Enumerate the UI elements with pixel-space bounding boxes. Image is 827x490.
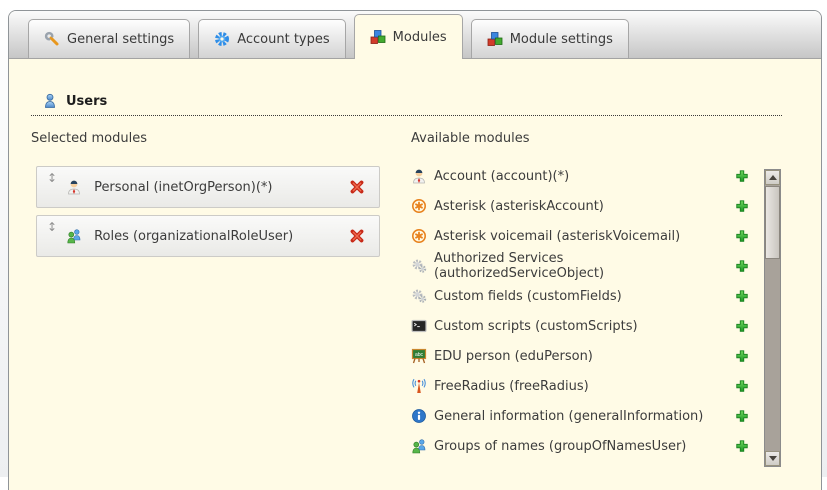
selected-module-row: ↕ Roles (organizationalRoleUser) <box>36 215 380 257</box>
tab-general-settings[interactable]: General settings <box>28 19 190 58</box>
triangle-up-icon <box>769 175 777 180</box>
scrollbar[interactable] <box>764 169 781 467</box>
person-icon <box>66 179 82 195</box>
add-module-button[interactable] <box>735 259 749 273</box>
available-module-row: Custom fields (customFields) <box>411 281 749 311</box>
available-module-row: General information (generalInformation) <box>411 401 749 431</box>
settings-panel: General settings Account types Modules M… <box>8 10 822 490</box>
remove-module-button[interactable] <box>349 179 365 195</box>
selected-modules-label: Selected modules <box>31 131 147 146</box>
available-module-row: Asterisk voicemail (asteriskVoicemail) <box>411 221 749 251</box>
available-module-row: abc EDU person (eduPerson) <box>411 341 749 371</box>
add-module-button[interactable] <box>735 319 749 333</box>
tab-modules[interactable]: Modules <box>354 14 463 59</box>
tab-account-types[interactable]: Account types <box>198 19 345 58</box>
available-module-label: EDU person (eduPerson) <box>434 349 593 364</box>
triangle-down-icon <box>769 456 777 461</box>
user-icon <box>42 93 58 109</box>
available-modules-label: Available modules <box>411 131 529 146</box>
gears-icon <box>411 258 427 274</box>
available-module-row: Authorized Services (authorizedServiceOb… <box>411 251 749 281</box>
available-module-row: Groups of names (groupOfNamesUser) <box>411 431 749 461</box>
available-module-row: Account (account)(*) <box>411 161 749 191</box>
add-module-button[interactable] <box>735 379 749 393</box>
selected-module-label: Roles (organizationalRoleUser) <box>94 229 293 244</box>
gears-icon <box>411 288 427 304</box>
add-module-button[interactable] <box>735 169 749 183</box>
add-module-button[interactable] <box>735 229 749 243</box>
info-icon <box>411 408 427 424</box>
available-module-label: Asterisk (asteriskAccount) <box>434 199 604 214</box>
scroll-up-button[interactable] <box>765 170 780 185</box>
available-module-label: General information (generalInformation) <box>434 409 703 424</box>
remove-module-button[interactable] <box>349 228 365 244</box>
available-module-row: FreeRadius (freeRadius) <box>411 371 749 401</box>
add-module-button[interactable] <box>735 349 749 363</box>
svg-text:abc: abc <box>415 352 424 358</box>
available-module-label: Account (account)(*) <box>434 169 569 184</box>
antenna-icon <box>411 378 427 394</box>
group-icon <box>66 228 82 244</box>
available-module-row: Asterisk (asteriskAccount) <box>411 191 749 221</box>
section-title: Users <box>66 94 107 109</box>
scroll-down-button[interactable] <box>765 451 780 466</box>
available-module-row: Custom scripts (customScripts) <box>411 311 749 341</box>
tab-label: Modules <box>393 30 447 45</box>
drag-handle-icon[interactable]: ↕ <box>47 167 57 184</box>
selected-modules-list: ↕ Personal (inetOrgPerson)(*) ↕ Roles (orga… <box>36 166 380 264</box>
cubes-icon <box>487 31 503 47</box>
available-module-label: FreeRadius (freeRadius) <box>434 379 589 394</box>
add-module-button[interactable] <box>735 409 749 423</box>
gear-badge-icon <box>214 31 230 47</box>
tab-label: Module settings <box>510 32 613 47</box>
users-section-header: Users <box>31 93 782 116</box>
drag-handle-icon[interactable]: ↕ <box>47 216 57 233</box>
available-module-label: Authorized Services (authorizedServiceOb… <box>434 251 728 281</box>
available-modules-list: Account (account)(*) Asterisk (asteriskAc… <box>411 161 749 461</box>
scrollbar-thumb[interactable] <box>765 186 780 259</box>
selected-module-label: Personal (inetOrgPerson)(*) <box>94 180 272 195</box>
asterisk-icon <box>411 198 427 214</box>
cubes-icon <box>370 29 386 45</box>
chalkboard-icon: abc <box>411 348 427 364</box>
group-icon <box>411 438 427 454</box>
tab-label: Account types <box>237 32 329 47</box>
available-module-label: Custom scripts (customScripts) <box>434 319 638 334</box>
tab-bar: General settings Account types Modules M… <box>9 11 821 59</box>
tab-module-settings[interactable]: Module settings <box>471 19 629 58</box>
available-module-label: Asterisk voicemail (asteriskVoicemail) <box>434 229 680 244</box>
add-module-button[interactable] <box>735 289 749 303</box>
wrench-icon <box>44 31 60 47</box>
add-module-button[interactable] <box>735 199 749 213</box>
available-module-label: Groups of names (groupOfNamesUser) <box>434 439 686 454</box>
available-module-label: Custom fields (customFields) <box>434 289 622 304</box>
terminal-icon <box>411 318 427 334</box>
asterisk-icon <box>411 228 427 244</box>
person-icon <box>411 168 427 184</box>
selected-module-row: ↕ Personal (inetOrgPerson)(*) <box>36 166 380 208</box>
add-module-button[interactable] <box>735 439 749 453</box>
tab-label: General settings <box>67 32 174 47</box>
